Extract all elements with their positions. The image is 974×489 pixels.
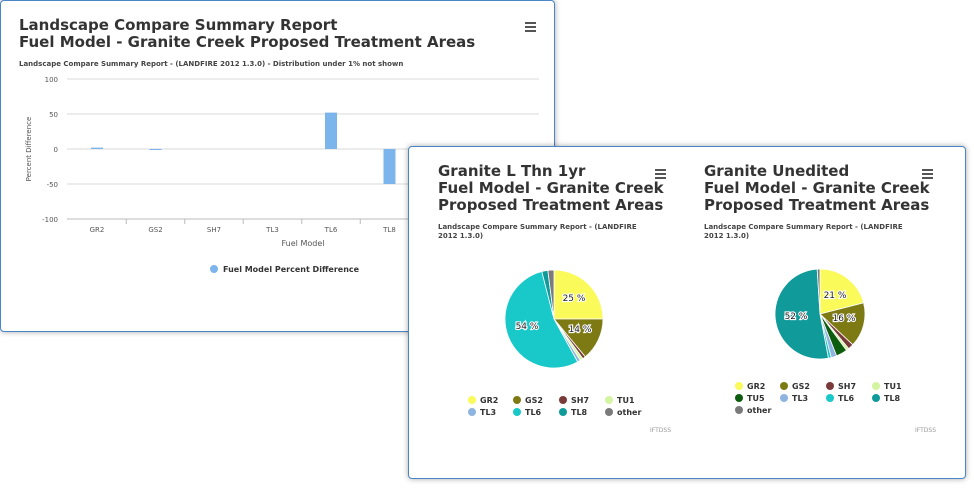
y-tick-label: -100 xyxy=(42,216,58,224)
legend-item[interactable]: GR2 xyxy=(468,396,498,405)
legend-label: TL8 xyxy=(884,394,901,403)
x-tick-label: SH7 xyxy=(207,226,221,234)
pie1-credit[interactable]: IFTDSS xyxy=(650,427,671,434)
pie-data-label: 54 % xyxy=(516,322,539,332)
legend-dot xyxy=(735,382,743,390)
legend-item[interactable]: TL8 xyxy=(559,408,587,417)
legend-dot xyxy=(780,394,788,402)
x-tick-label: TL6 xyxy=(324,226,338,234)
pie-data-label: 16 % xyxy=(833,314,856,324)
legend-dot xyxy=(826,394,834,402)
legend-item[interactable]: TL3 xyxy=(780,394,808,403)
x-tick-label: GR2 xyxy=(90,226,105,234)
pie-data-label: 52 % xyxy=(785,312,808,322)
legend-dot xyxy=(826,382,834,390)
legend-dot xyxy=(513,396,521,404)
legend-label: GR2 xyxy=(480,396,499,405)
x-tick-label: GS2 xyxy=(148,226,162,234)
bar[interactable] xyxy=(325,112,337,149)
legend-dot xyxy=(605,408,613,416)
y-tick-label: 50 xyxy=(49,111,58,119)
x-tick-label: TL8 xyxy=(382,226,396,234)
legend-item[interactable]: TL6 xyxy=(513,408,541,417)
legend-dot xyxy=(780,382,788,390)
y-axis-title: Percent Difference xyxy=(25,117,33,182)
legend-dot xyxy=(872,394,880,402)
y-tick-label: -50 xyxy=(47,181,58,189)
legend-item[interactable]: TU1 xyxy=(605,396,635,405)
legend-label: TL3 xyxy=(480,408,497,417)
legend-label: GS2 xyxy=(792,382,810,391)
legend-label: GS2 xyxy=(525,396,543,405)
legend-item[interactable]: SH7 xyxy=(826,382,856,391)
x-axis-title: Fuel Model xyxy=(282,239,325,248)
legend-dot xyxy=(735,406,743,414)
legend-item[interactable]: TL3 xyxy=(468,408,496,417)
pie2-credit[interactable]: IFTDSS xyxy=(915,427,936,434)
legend-label: TU1 xyxy=(617,396,635,405)
legend-label: other xyxy=(747,406,772,415)
legend-item[interactable]: GR2 xyxy=(735,382,765,391)
legend-label: TL6 xyxy=(838,394,855,403)
pie-charts-plot: 25 % 14 % 54 % 21 % 16 % 52 % xyxy=(504,268,866,369)
legend-label: TL6 xyxy=(525,408,542,417)
legend-dot xyxy=(872,382,880,390)
pie-data-label: 14 % xyxy=(569,325,592,335)
legend-dot xyxy=(513,408,521,416)
legend-item[interactable]: TL6 xyxy=(826,394,854,403)
bar[interactable] xyxy=(91,147,103,149)
legend-label[interactable]: Fuel Model Percent Difference xyxy=(223,265,360,274)
bar[interactable] xyxy=(149,149,162,150)
pie-data-label: 25 % xyxy=(563,294,586,304)
legend-item[interactable]: TU5 xyxy=(735,394,765,403)
legend-label: TL8 xyxy=(571,408,588,417)
legend-dot xyxy=(559,396,567,404)
legend-dot xyxy=(468,408,476,416)
legend-item[interactable]: other xyxy=(735,406,771,415)
legend-dot xyxy=(735,394,743,402)
legend-label: TU5 xyxy=(747,394,765,403)
legend-dot xyxy=(559,408,567,416)
legend-dot xyxy=(468,396,476,404)
legend-item[interactable]: TL8 xyxy=(872,394,900,403)
y-tick-label: 0 xyxy=(54,146,58,154)
legend-label: TU1 xyxy=(884,382,902,391)
y-tick-label: 100 xyxy=(45,76,58,84)
legend-label: TL3 xyxy=(792,394,809,403)
legend-dot[interactable] xyxy=(210,265,218,273)
legend-item[interactable]: GS2 xyxy=(780,382,810,391)
x-tick-label: TL3 xyxy=(265,226,279,234)
legend-label: SH7 xyxy=(571,396,590,405)
legend-item[interactable]: TU1 xyxy=(872,382,902,391)
legend-dot xyxy=(605,396,613,404)
pie-data-label: 21 % xyxy=(824,291,847,301)
legend-label: GR2 xyxy=(747,382,766,391)
bar[interactable] xyxy=(383,149,396,184)
legend-label: SH7 xyxy=(838,382,857,391)
legend-item[interactable]: GS2 xyxy=(513,396,543,405)
legend-item[interactable]: other xyxy=(605,408,641,417)
legend-item[interactable]: SH7 xyxy=(559,396,589,405)
legend-label: other xyxy=(617,408,642,417)
pie-charts-panel: Granite L Thn 1yr Fuel Model - Granite C… xyxy=(408,146,966,479)
